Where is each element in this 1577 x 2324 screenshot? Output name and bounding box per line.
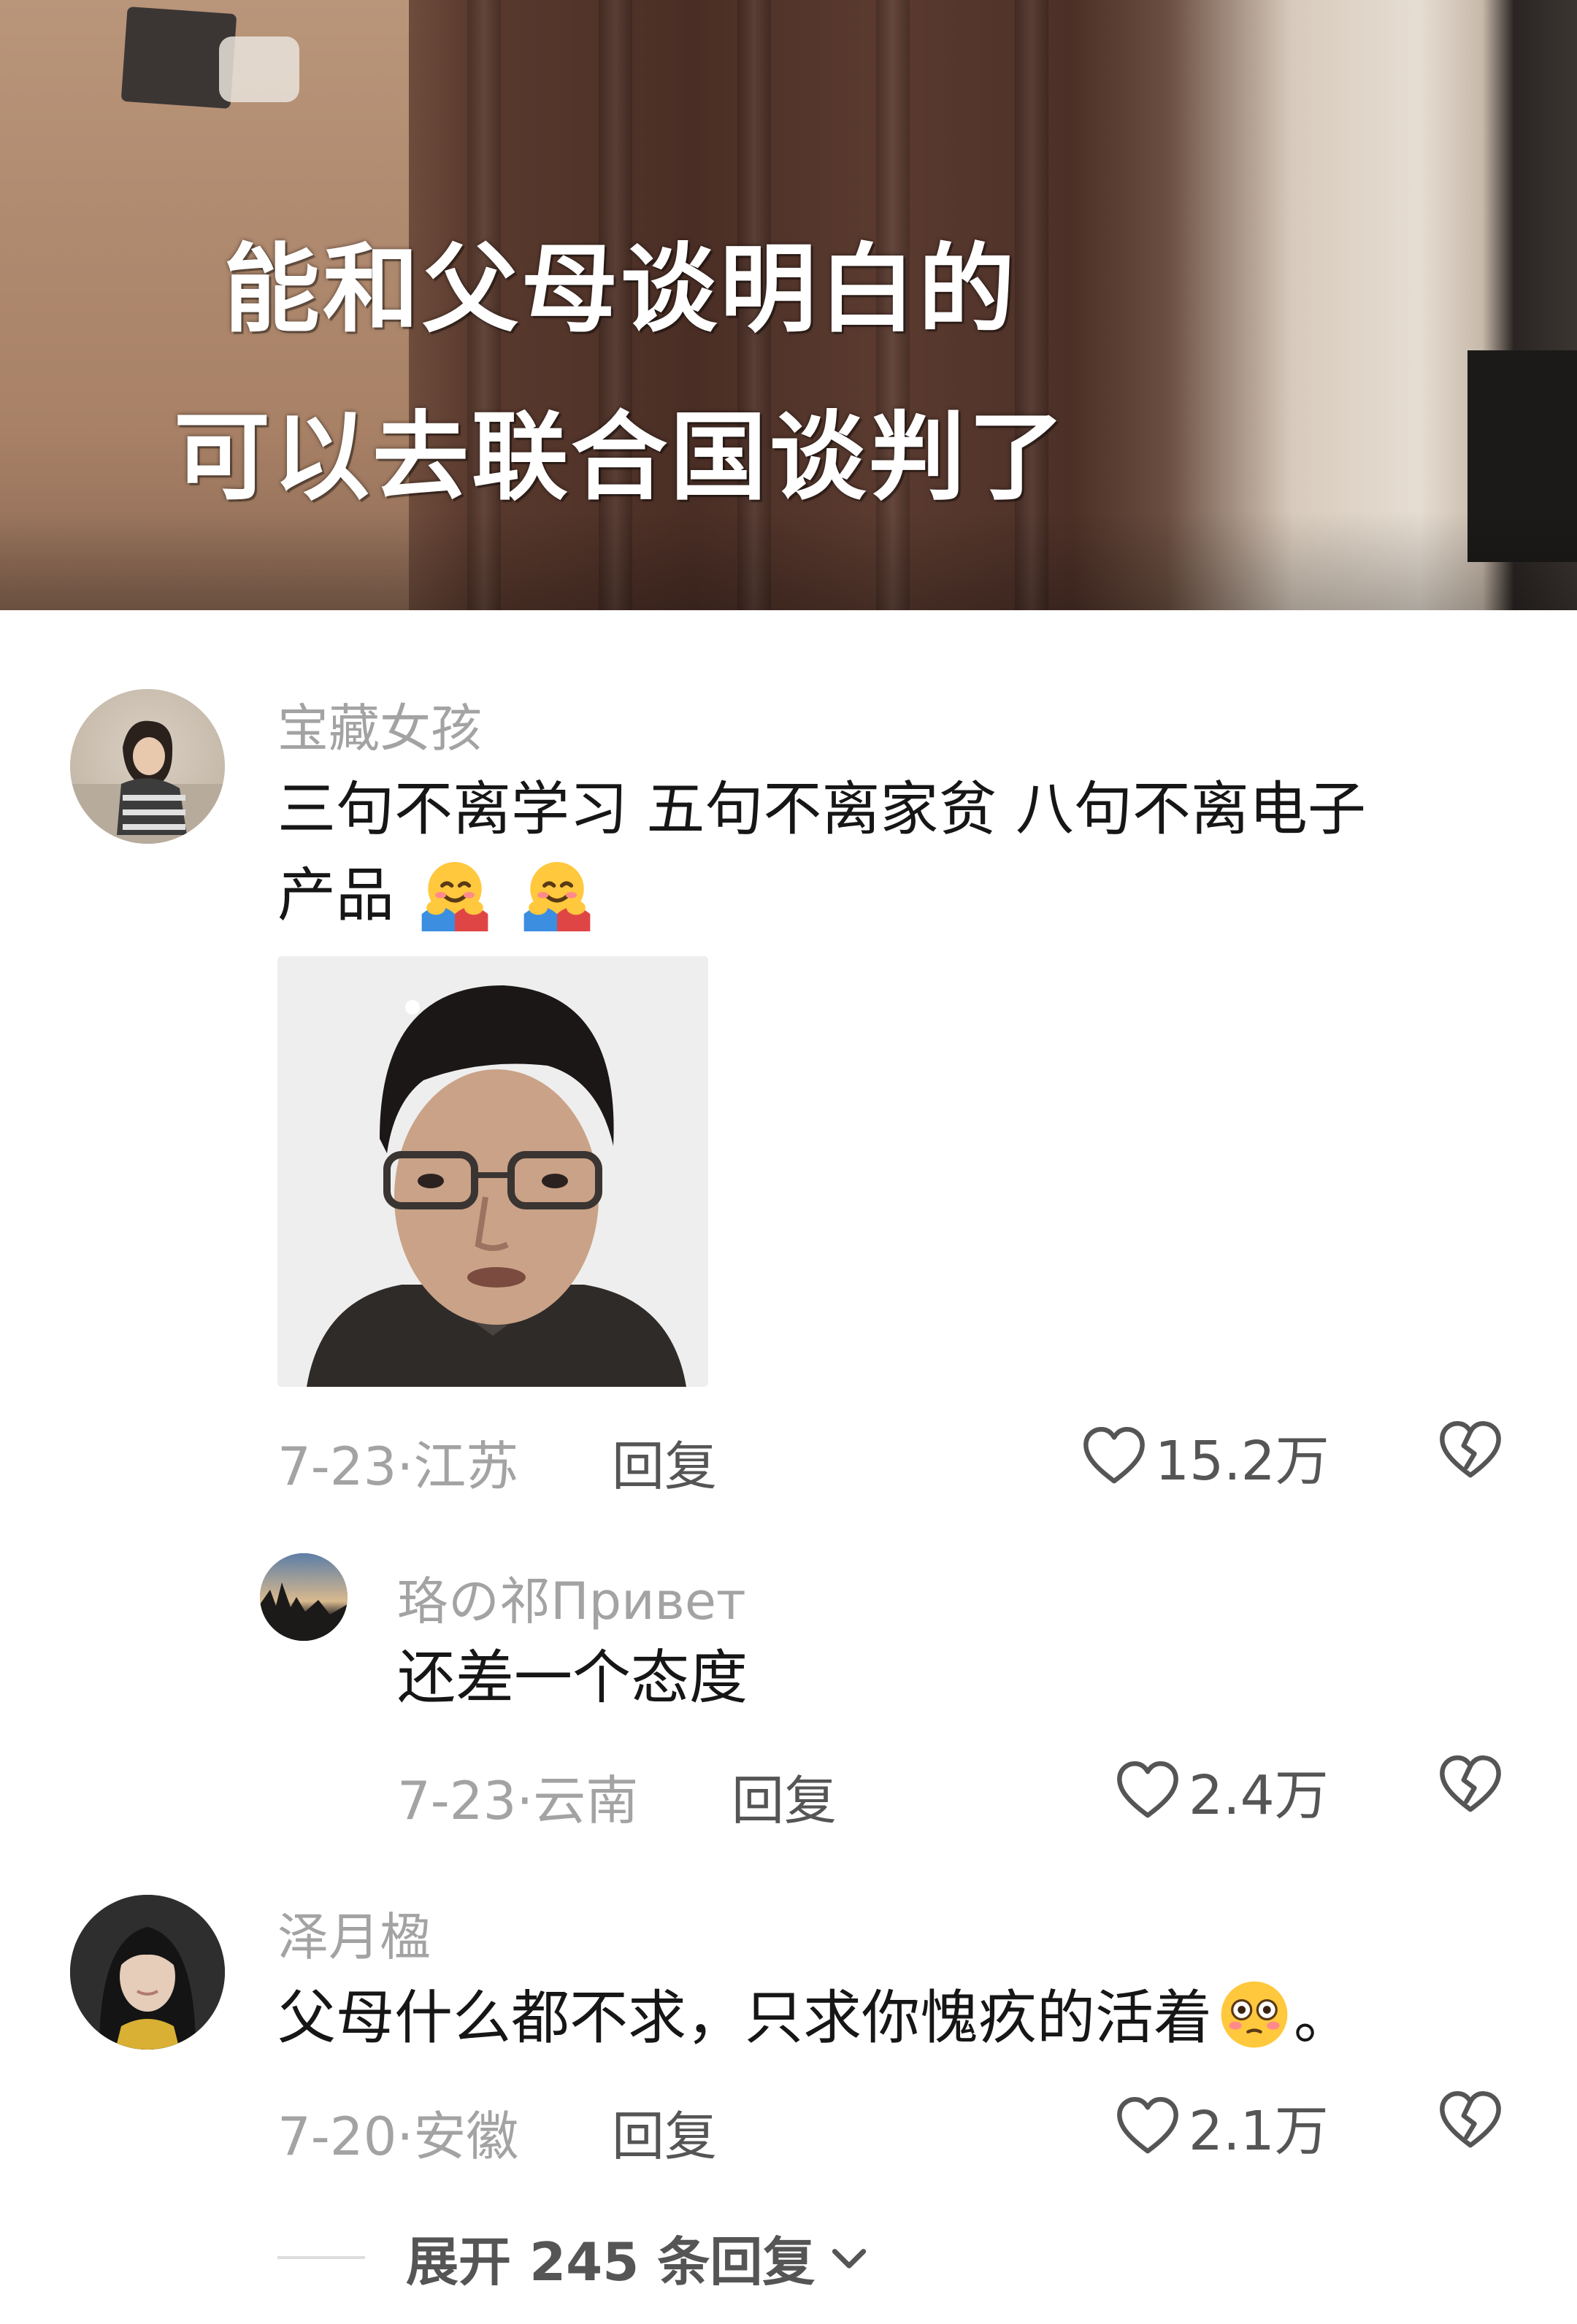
- comment-page: 能和父母谈明白的 可以去联合国谈判了 宝藏女孩 三句不离学习 五句不离家贫 八句…: [0, 0, 1577, 2324]
- broken-heart-icon[interactable]: [1437, 1417, 1504, 1485]
- avatar[interactable]: [70, 689, 225, 844]
- hugging-face-icon: [422, 861, 488, 931]
- flushed-face-icon: [1221, 1981, 1288, 2048]
- expand-divider: [277, 2255, 365, 2259]
- avatar[interactable]: [260, 1553, 348, 1641]
- broken-heart-icon[interactable]: [1437, 1752, 1504, 1819]
- reply-username[interactable]: 珞の祁Привет: [397, 1561, 746, 1634]
- heart-icon: [1117, 1761, 1178, 1817]
- video-caption-line2: 可以去联合国谈判了: [174, 401, 1067, 514]
- comment-date-location: 7-23·江苏: [277, 1436, 519, 1497]
- like-count: 2.1万: [1189, 2100, 1329, 2163]
- chevron-down-icon: [832, 2248, 867, 2269]
- video-caption-line1: 能和父母谈明白的: [223, 234, 1018, 346]
- expand-replies-button[interactable]: 展开 245 条回复: [277, 2219, 875, 2296]
- floor-shade: [0, 511, 1577, 610]
- wall-fixture: [219, 36, 299, 102]
- avatar-user-image: [260, 1553, 348, 1641]
- reply-button[interactable]: 回复: [612, 2093, 717, 2170]
- comment-text-line2: 产品: [277, 853, 596, 939]
- heart-icon: [1083, 1426, 1145, 1483]
- like-button[interactable]: 2.4万: [1114, 1752, 1329, 1830]
- comment-username[interactable]: 泽月楹: [277, 1896, 431, 1970]
- video-frame[interactable]: 能和父母谈明白的 可以去联合国谈判了: [0, 0, 1577, 610]
- comment-username[interactable]: 宝藏女孩: [277, 688, 482, 761]
- comment-text-suffix: 。: [1294, 1984, 1352, 2052]
- reply-date-location: 7-23·云南: [397, 1770, 639, 1831]
- like-count: 2.4万: [1189, 1764, 1329, 1827]
- avatar-user-image: [70, 1895, 225, 2050]
- avatar-user-image: [70, 720, 225, 844]
- comment-text-content: 父母什么都不求，只求你愧疚的活着: [277, 1984, 1212, 2052]
- hugging-face-icon: [523, 861, 591, 931]
- comment-text-line1: 父母什么都不求，只求你愧疚的活着 。: [277, 1975, 1352, 2061]
- like-button[interactable]: 2.1万: [1114, 2088, 1329, 2166]
- comment-text-line2-content: 产品: [277, 861, 394, 929]
- expand-replies-label: 展开 245 条回复: [406, 2231, 816, 2293]
- comment-sticker-image[interactable]: [277, 956, 708, 1387]
- reply-button[interactable]: 回复: [612, 1423, 717, 1500]
- reply-text: 还差一个态度: [397, 1644, 748, 1712]
- like-count: 15.2万: [1155, 1430, 1329, 1493]
- sticker-face-image: [277, 956, 708, 1387]
- avatar[interactable]: [70, 1895, 225, 2050]
- comment-text-line1: 三句不离学习 五句不离家贫 八句不离电子: [277, 775, 1366, 843]
- broken-heart-icon[interactable]: [1437, 2088, 1504, 2155]
- like-button[interactable]: 15.2万: [1081, 1417, 1329, 1496]
- comment-date-location: 7-20·安徽: [277, 2106, 519, 2167]
- reply-button[interactable]: 回复: [732, 1758, 837, 1834]
- heart-icon: [1117, 2096, 1178, 2153]
